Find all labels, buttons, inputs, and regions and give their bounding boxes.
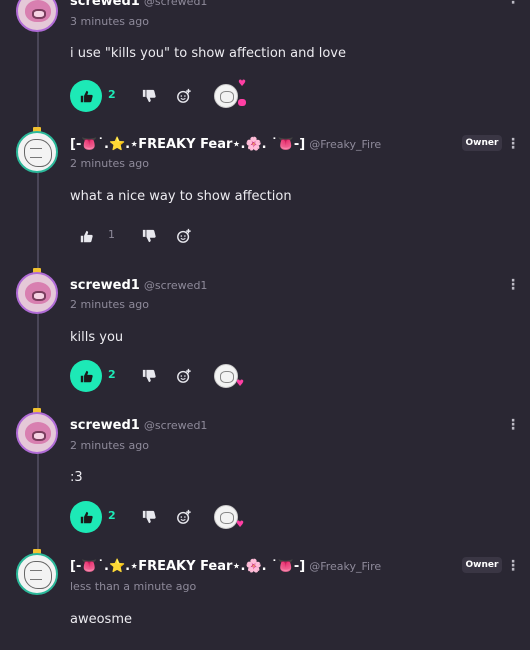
comment-author[interactable]: [-👅˙.⭐.⋆FREAKY Fear⋆.🌸. ˙👅-] @Freaky_Fire [70,559,381,574]
like-count: 2 [108,88,116,101]
comment-time: 3 minutes ago [70,15,149,28]
more-vertical-icon[interactable]: ⋮ [506,416,520,434]
author-handle: @Freaky_Fire [309,560,382,573]
thumbs-down-icon[interactable] [142,89,156,103]
comment-author[interactable]: screwed1 @screwed1 [70,278,207,293]
comment-actions: 2 ♥ [70,501,270,533]
thumbs-up-icon [80,90,93,102]
more-vertical-icon[interactable]: ⋮ [506,276,520,294]
comment-text: aweosme [70,612,132,627]
thumbs-up-icon [80,370,93,382]
like-button[interactable] [70,80,102,112]
reaction-sticker[interactable] [214,364,238,388]
owner-badge: Owner [462,557,502,573]
add-reaction-icon[interactable] [176,368,192,384]
avatar[interactable] [16,412,58,454]
like-count: 2 [108,368,116,381]
add-reaction-icon[interactable] [176,228,192,244]
heart-icon: ♥ [238,79,247,89]
comment-text: kills you [70,330,124,345]
comment-time: 2 minutes ago [70,298,149,311]
author-handle: @screwed1 [143,279,208,292]
comment-text: i use "kills you" to show affection and … [70,46,346,61]
author-handle: @screwed1 [143,419,208,432]
owner-badge: Owner [462,135,502,151]
add-reaction-icon[interactable] [176,88,192,104]
author-name[interactable]: [-👅˙.⭐.⋆FREAKY Fear⋆.🌸. ˙👅-] [70,559,305,574]
like-count: 1 [108,228,115,241]
author-handle: @screwed1 [143,0,208,8]
author-name[interactable]: screwed1 [70,418,140,433]
more-vertical-icon[interactable]: ⋮ [506,557,520,575]
author-handle: @Freaky_Fire [309,138,382,151]
comment-actions: 1 [70,220,270,252]
author-name[interactable]: [-👅˙.⭐.⋆FREAKY Fear⋆.🌸. ˙👅-] [70,137,305,152]
like-button[interactable] [70,360,102,392]
comment-author[interactable]: screwed1 @screwed1 [70,418,207,433]
add-reaction-icon[interactable] [176,509,192,525]
thumbs-down-icon[interactable] [142,229,156,243]
comment-text: :3 [70,470,83,485]
author-name[interactable]: screwed1 [70,278,140,293]
avatar[interactable] [16,0,58,32]
reaction-sticker[interactable] [214,505,238,529]
heart-icon: ♥ [236,379,245,389]
chat-bubble-icon [238,99,246,106]
comment-author[interactable]: screwed1 @screwed1 [70,0,207,9]
comment-text: what a nice way to show affection [70,189,292,204]
more-vertical-icon[interactable]: ⋮ [506,0,520,8]
thumbs-down-icon[interactable] [142,369,156,383]
author-name[interactable]: screwed1 [70,0,140,9]
thumbs-up-icon [80,511,93,523]
avatar[interactable] [16,131,58,173]
comment-author[interactable]: [-👅˙.⭐.⋆FREAKY Fear⋆.🌸. ˙👅-] @Freaky_Fire [70,137,381,152]
avatar[interactable] [16,272,58,314]
thumbs-up-icon [80,230,93,242]
comment-actions: 2 ♥ [70,80,270,112]
thumbs-down-icon[interactable] [142,510,156,524]
like-button[interactable] [70,501,102,533]
comment-time: 2 minutes ago [70,439,149,452]
avatar[interactable] [16,553,58,595]
heart-icon: ♥ [236,520,245,530]
like-count: 2 [108,509,116,522]
like-button[interactable] [70,220,102,252]
reaction-sticker[interactable] [214,84,238,108]
more-vertical-icon[interactable]: ⋮ [506,135,520,153]
comment-time: 2 minutes ago [70,157,149,170]
comment-time: less than a minute ago [70,580,197,593]
comment-actions: 2 ♥ [70,360,270,392]
